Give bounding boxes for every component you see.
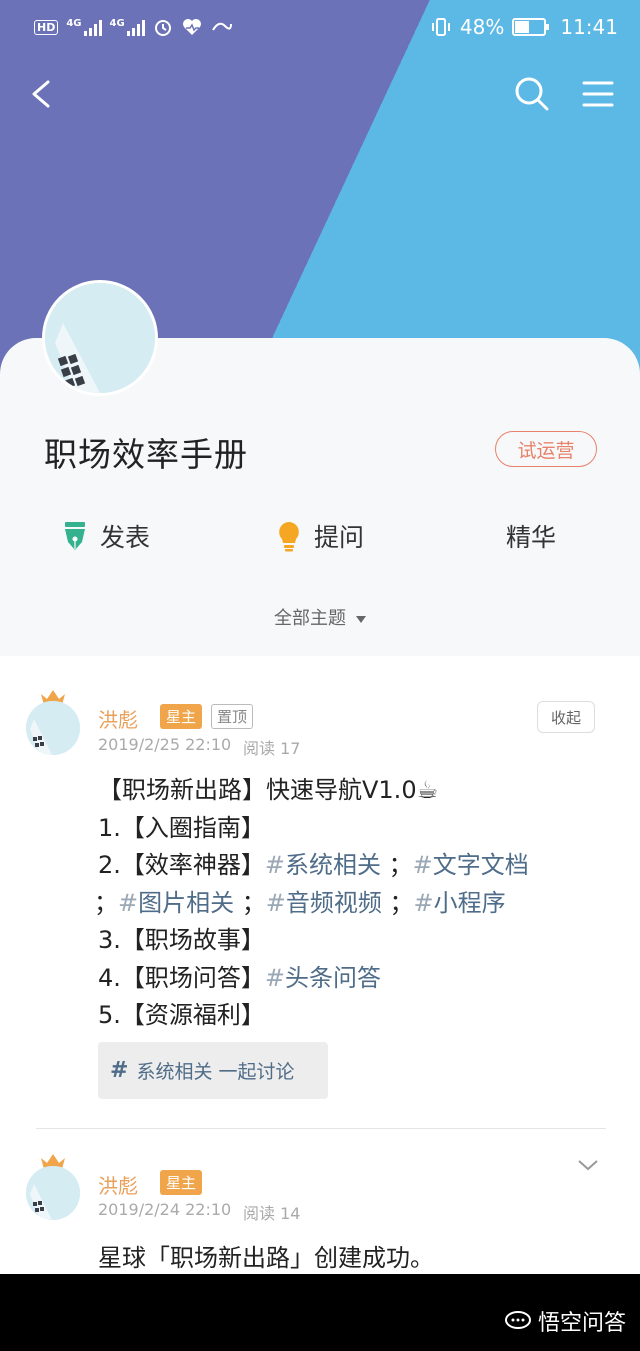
- circle-avatar[interactable]: [42, 280, 158, 396]
- heart-icon: [182, 19, 201, 35]
- hashtag-mini[interactable]: #小程序: [414, 889, 506, 917]
- hashtag-audio-label: 音频视频: [285, 888, 382, 917]
- menu-icon: [582, 81, 614, 107]
- hashtag-audio[interactable]: #音频视频: [266, 889, 382, 917]
- hashtag-system[interactable]: #系统相关: [265, 851, 381, 879]
- post-reads: 阅读 14: [243, 1204, 301, 1223]
- post-button[interactable]: 发表: [62, 518, 150, 554]
- pinned-badge: 置顶: [211, 704, 254, 729]
- author-name[interactable]: 洪彪: [98, 704, 138, 733]
- hashtag-docs[interactable]: #文字文档: [413, 851, 529, 879]
- watermark: 悟空问答: [504, 1305, 626, 1337]
- nav-bar: [0, 70, 640, 120]
- hashtag-mini-label: 小程序: [433, 888, 506, 917]
- content-line: 星球「职场新出路」创建成功。: [98, 1244, 434, 1272]
- watermark-label: 悟空问答: [537, 1311, 626, 1336]
- post-reads: 阅读 17: [243, 739, 301, 758]
- topic-chip-label: 系统相关 一起讨论: [136, 1061, 295, 1083]
- hashtag-docs-label: 文字文档: [432, 851, 529, 879]
- post-content: 【职场新出路】快速导航V1.0☕ 1.【入圈指南】 2.【效率神器】#系统相关 …: [94, 772, 598, 1035]
- network-label: 4G: [66, 18, 82, 29]
- alarm-icon: [154, 20, 171, 36]
- lightbulb-icon: [279, 522, 299, 552]
- search-button[interactable]: [512, 74, 552, 114]
- topic-chip[interactable]: # 系统相关 一起讨论: [98, 1042, 328, 1099]
- laptop-thumbnail: [26, 1166, 80, 1220]
- chevron-down-icon[interactable]: [576, 1156, 600, 1174]
- back-button[interactable]: [26, 74, 62, 114]
- hashtag-system-label: 系统相关: [285, 851, 382, 879]
- post-content: 星球「职场新出路」创建成功。: [98, 1240, 598, 1278]
- content-line-5: 5.【资源福利】: [98, 1001, 265, 1029]
- content-line-title: 【职场新出路】快速导航V1.0☕: [98, 776, 439, 804]
- status-right: 48% 11:41: [430, 15, 618, 39]
- author-name[interactable]: 洪彪: [98, 1170, 138, 1199]
- content-line-4-prefix: 4.【职场问答】: [98, 963, 265, 992]
- trial-badge: 试运营: [495, 431, 597, 467]
- collapse-button[interactable]: 收起: [537, 701, 595, 733]
- laptop-thumbnail: [26, 701, 80, 755]
- hashtag-toutiao-label: 头条问答: [285, 963, 382, 992]
- owner-badge: 星主: [160, 1170, 203, 1195]
- menu-button[interactable]: [578, 74, 618, 114]
- post-date: 2019/2/24 22:10: [98, 1200, 232, 1219]
- ask-label: 提问: [314, 523, 365, 552]
- content-line-2: 2.【效率神器】#系统相关 ；#文字文档: [98, 851, 529, 879]
- content-line-2-prefix: 2.【效率神器】: [98, 851, 265, 879]
- hashtag-icon: #: [110, 1058, 129, 1083]
- network-label-2: 4G: [109, 18, 125, 29]
- action-bar: 发表 提问 精华: [0, 518, 640, 562]
- post-date: 2019/2/25 22:10: [98, 735, 232, 754]
- content-line-3: 3.【职场故事】: [98, 926, 265, 954]
- content-line-2-cont: ；#图片相关 ；#音频视频 ；#小程序: [94, 888, 506, 917]
- app-notification-icon: [211, 22, 232, 31]
- topic-filter-dropdown[interactable]: 全部主题: [0, 604, 640, 630]
- post-label: 发表: [100, 523, 151, 552]
- filter-label: 全部主题: [274, 608, 346, 629]
- hashtag-images[interactable]: #图片相关: [118, 889, 234, 917]
- status-bar: HD 4G 4G 48% 11:41: [0, 0, 640, 54]
- battery-percent: 48%: [459, 15, 505, 39]
- hashtag-images-label: 图片相关: [138, 888, 235, 917]
- laptop-image: [45, 283, 155, 393]
- speech-bubble-icon: [504, 1311, 531, 1329]
- content-line-1: 1.【入圈指南】: [98, 813, 265, 842]
- featured-label: 精华: [506, 523, 557, 552]
- status-left: HD 4G 4G: [34, 17, 233, 37]
- signal-icon-2: 4G: [110, 18, 145, 36]
- signal-icon: 4G: [66, 18, 102, 36]
- author-avatar[interactable]: [26, 1166, 80, 1220]
- ask-button[interactable]: 提问: [276, 518, 364, 554]
- author-avatar[interactable]: [26, 701, 80, 755]
- post-divider: [36, 1128, 606, 1129]
- vibrate-icon: [431, 18, 450, 36]
- featured-tab[interactable]: 精华: [506, 518, 556, 554]
- hd-label: HD: [34, 19, 59, 35]
- hashtag-toutiao[interactable]: #头条问答: [265, 964, 381, 992]
- owner-badge: 星主: [160, 704, 203, 729]
- chevron-left-icon: [32, 80, 50, 108]
- clock: 11:41: [560, 15, 618, 39]
- caret-down-icon: [356, 615, 366, 623]
- battery-icon: [512, 18, 550, 36]
- circle-title: 职场效率手册: [44, 435, 248, 474]
- search-icon: [515, 77, 549, 111]
- content-line-4: 4.【职场问答】#头条问答: [98, 960, 598, 998]
- pen-icon: [65, 522, 85, 550]
